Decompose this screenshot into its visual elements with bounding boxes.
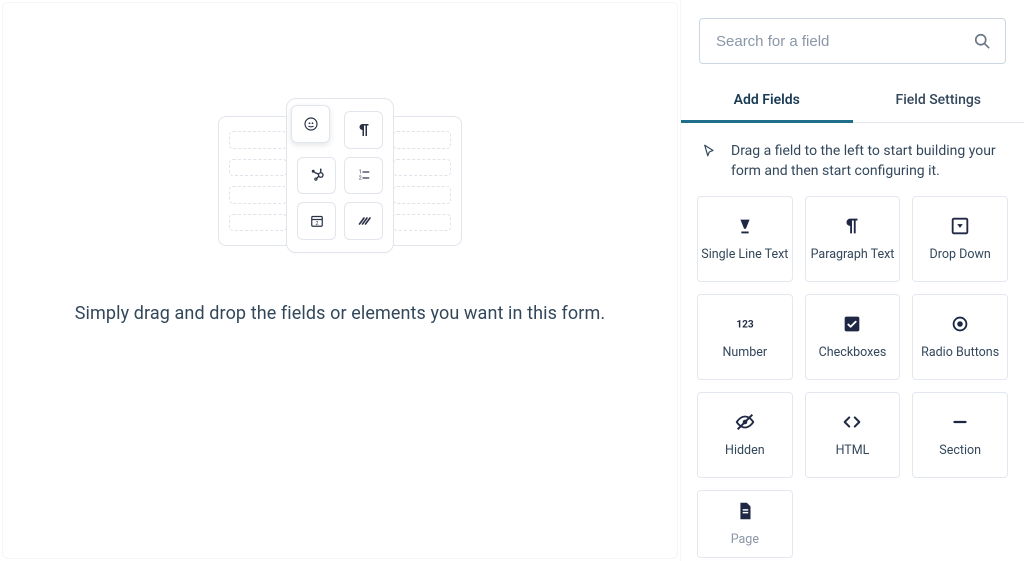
field-section[interactable]: Section — [912, 392, 1008, 478]
fields-panel: Single Line Text Paragraph Text Drop Down N… — [681, 196, 1024, 561]
page-icon — [734, 500, 756, 522]
field-label: Checkboxes — [819, 345, 887, 360]
checkbox-icon — [841, 313, 863, 335]
code-icon — [841, 411, 863, 433]
tab-add-fields[interactable]: Add Fields — [681, 76, 853, 122]
field-label: Hidden — [725, 443, 765, 458]
tab-field-settings[interactable]: Field Settings — [853, 76, 1024, 122]
text-underline-icon — [734, 215, 756, 237]
calendar-icon — [297, 202, 336, 240]
hint-text: Drag a field to the left to start buildi… — [731, 141, 1004, 182]
hint-row: Drag a field to the left to start buildi… — [681, 123, 1024, 196]
field-drop-down[interactable]: Drop Down — [912, 196, 1008, 282]
cursor-icon — [701, 143, 719, 182]
field-number[interactable]: Number — [697, 294, 793, 380]
search-icon — [972, 31, 992, 51]
pilcrow-icon — [841, 215, 863, 237]
field-label: Radio Buttons — [921, 345, 999, 360]
mailchimp-icon — [291, 105, 330, 143]
field-page[interactable]: Page — [697, 490, 793, 558]
field-html[interactable]: HTML — [805, 392, 901, 478]
ordered-list-icon — [344, 157, 383, 195]
field-label: Single Line Text — [701, 247, 788, 262]
hubspot-icon — [297, 157, 336, 195]
eye-off-icon — [734, 411, 756, 433]
search-input[interactable] — [699, 18, 1006, 64]
field-hidden[interactable]: Hidden — [697, 392, 793, 478]
field-label: Page — [731, 532, 759, 547]
field-paragraph-text[interactable]: Paragraph Text — [805, 196, 901, 282]
field-label: HTML — [836, 443, 870, 458]
field-label: Number — [723, 345, 768, 360]
field-single-line-text[interactable]: Single Line Text — [697, 196, 793, 282]
field-label: Section — [939, 443, 981, 458]
field-radio-buttons[interactable]: Radio Buttons — [912, 294, 1008, 380]
dropdown-box-icon — [949, 215, 971, 237]
stripes-icon — [344, 202, 383, 240]
radio-icon — [949, 313, 971, 335]
one-two-three-icon — [734, 313, 756, 335]
pilcrow-icon — [344, 111, 383, 149]
search-field — [699, 18, 1006, 64]
sidebar-tabs: Add Fields Field Settings — [681, 76, 1024, 123]
minus-icon — [949, 411, 971, 433]
sidebar: Add Fields Field Settings Drag a field t… — [680, 0, 1024, 561]
empty-state-illustration — [210, 98, 470, 263]
field-checkboxes[interactable]: Checkboxes — [805, 294, 901, 380]
form-canvas[interactable]: Simply drag and drop the fields or eleme… — [2, 2, 678, 559]
field-label: Drop Down — [930, 247, 991, 262]
field-label: Paragraph Text — [811, 247, 895, 262]
empty-state-caption: Simply drag and drop the fields or eleme… — [75, 303, 605, 324]
